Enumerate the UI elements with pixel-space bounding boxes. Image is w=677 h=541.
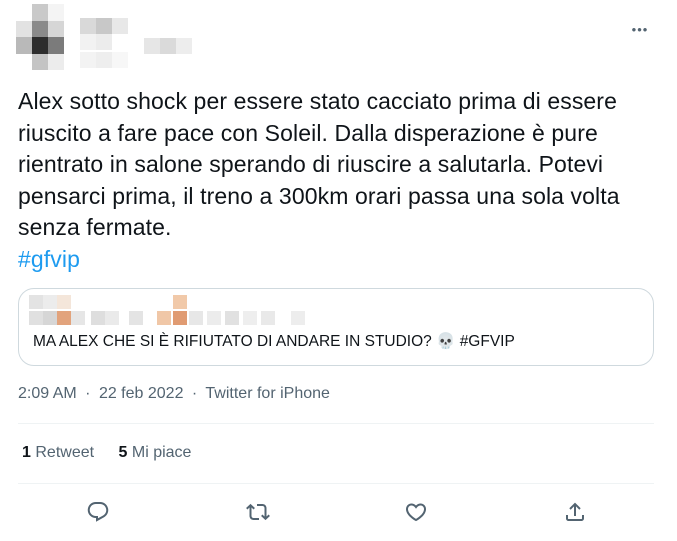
divider <box>18 423 654 424</box>
retweets-stat[interactable]: 1 Retweet <box>22 444 99 461</box>
retweet-button[interactable] <box>238 492 278 532</box>
more-icon: ••• <box>631 21 649 37</box>
quoted-tweet-text: MA ALEX CHE SI È RIFIUTATO DI ANDARE IN … <box>33 333 515 350</box>
share-button[interactable] <box>555 492 595 532</box>
retweets-count: 1 <box>22 444 31 461</box>
quoted-user-censored <box>29 295 309 329</box>
likes-count: 5 <box>118 444 128 461</box>
share-icon <box>566 502 584 521</box>
tweet-meta: 2:09 AM · 22 feb 2022 · Twitter for iPho… <box>18 385 330 403</box>
hashtag-link[interactable]: #gfvip <box>18 246 80 272</box>
retweet-icon <box>246 503 270 521</box>
more-options-button[interactable]: ••• <box>623 14 657 44</box>
divider <box>18 483 654 484</box>
like-button[interactable] <box>396 492 436 532</box>
tweet-date[interactable]: 22 feb 2022 <box>99 385 184 402</box>
tweet-text: Alex sotto shock per essere stato caccia… <box>18 86 648 275</box>
reply-button[interactable] <box>78 492 118 532</box>
tweet-body: Alex sotto shock per essere stato caccia… <box>18 88 620 240</box>
retweets-label: Retweet <box>35 444 95 461</box>
reply-icon <box>87 502 109 522</box>
tweet-stats: 1 Retweet 5 Mi piace <box>22 444 191 462</box>
tweet: ••• Alex sotto shock per essere stato ca… <box>0 0 677 541</box>
meta-separator: · <box>85 385 91 402</box>
likes-stat[interactable]: 5 Mi piace <box>119 444 192 461</box>
tweet-source[interactable]: Twitter for iPhone <box>205 385 330 402</box>
avatar[interactable] <box>16 4 64 70</box>
likes-label: Mi piace <box>131 444 192 461</box>
heart-icon <box>405 503 427 522</box>
tweet-time[interactable]: 2:09 AM <box>18 385 77 402</box>
quoted-tweet[interactable]: MA ALEX CHE SI È RIFIUTATO DI ANDARE IN … <box>18 288 654 366</box>
meta-separator-2: · <box>191 385 198 402</box>
user-name-censored[interactable] <box>80 18 210 68</box>
action-bar <box>18 492 654 532</box>
